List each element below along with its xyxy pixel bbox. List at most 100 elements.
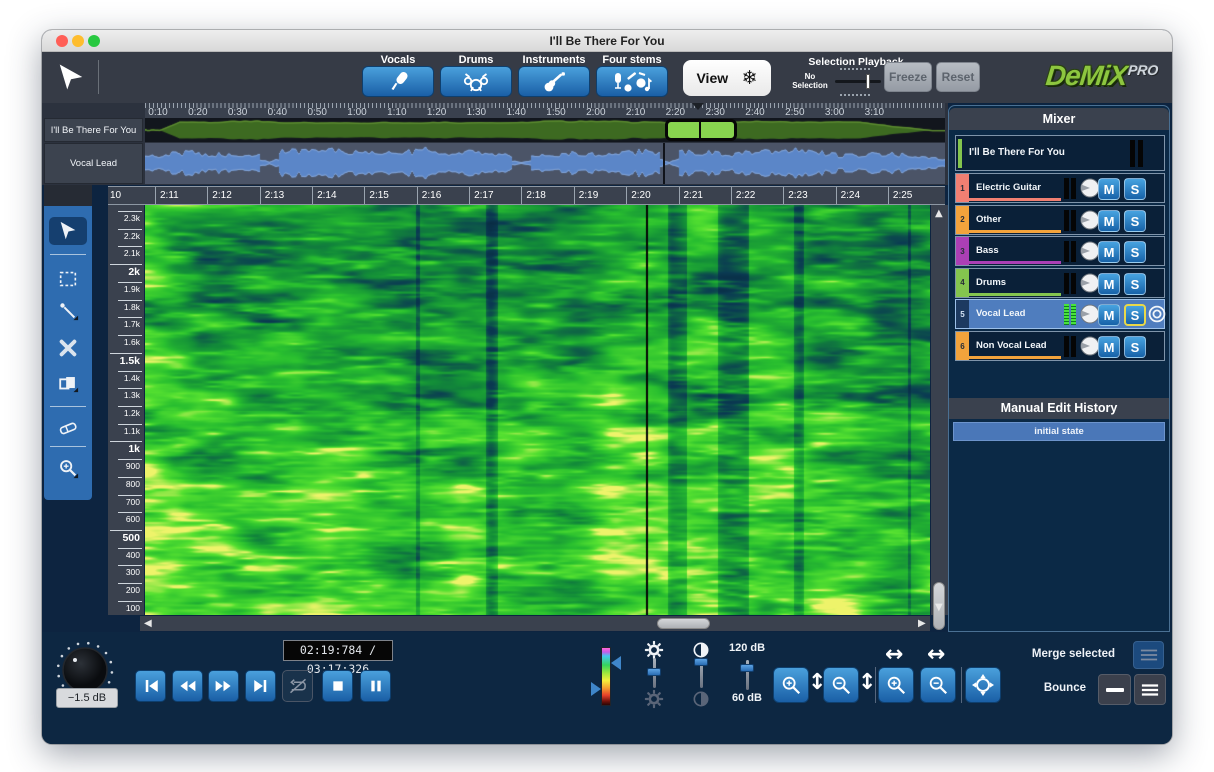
zoom-tool[interactable] xyxy=(49,454,87,482)
manual-edit-history-header: Manual Edit History xyxy=(949,398,1169,419)
mute-button[interactable]: M xyxy=(1098,304,1120,326)
merge-selected-label: Merge selected xyxy=(992,648,1115,660)
mixer-channel-row[interactable]: 4DrumsMS xyxy=(955,268,1165,298)
freq-label: 800 xyxy=(126,479,140,489)
reset-button[interactable]: Reset xyxy=(936,62,980,92)
tool-divider xyxy=(50,406,86,407)
merge-selected-button[interactable] xyxy=(1133,641,1164,669)
mixer-channel-row[interactable]: 3BassMS xyxy=(955,236,1165,266)
mixer-channel-row[interactable]: 1Electric GuitarMS xyxy=(955,173,1165,203)
freeze-button[interactable]: Freeze xyxy=(884,62,932,92)
mixer-channel-row[interactable]: 5Vocal LeadMS xyxy=(955,299,1165,329)
scroll-left-icon[interactable]: ◀ xyxy=(144,617,152,630)
logo-text: DeMiX xyxy=(1044,60,1128,92)
master-track-row[interactable]: I'll Be There For You xyxy=(955,135,1165,171)
mute-button[interactable]: M xyxy=(1098,178,1120,200)
freq-tick xyxy=(118,459,142,460)
zoom-in-icon xyxy=(885,674,907,696)
rewind-button[interactable] xyxy=(172,670,203,702)
mute-button[interactable]: M xyxy=(1098,210,1120,232)
spot-playback-button[interactable] xyxy=(1148,305,1166,323)
pause-icon xyxy=(368,678,384,694)
pan-knob[interactable] xyxy=(1080,304,1100,324)
mixer-header: Mixer xyxy=(949,108,1169,130)
fast-forward-button[interactable] xyxy=(208,670,239,702)
scroll-up-icon[interactable]: ▲ xyxy=(935,207,943,220)
skip-end-button[interactable] xyxy=(245,670,276,702)
freq-label: 1.8k xyxy=(124,302,140,312)
pan-knob[interactable] xyxy=(1080,273,1100,293)
vertical-scrollbar[interactable]: ▲ ▼ xyxy=(931,205,948,615)
overview-track-label[interactable]: I'll Be There For You xyxy=(44,118,143,142)
overview-waveform[interactable] xyxy=(145,118,945,142)
colormap-max-handle[interactable] xyxy=(611,656,621,670)
zoom-out-vertical-button[interactable] xyxy=(823,667,859,703)
colormap-min-handle[interactable] xyxy=(591,682,601,696)
playhead-marker[interactable] xyxy=(692,103,704,110)
mute-button[interactable]: M xyxy=(1098,336,1120,358)
scroll-down-icon[interactable]: ▼ xyxy=(935,601,943,614)
pointer-tool[interactable] xyxy=(49,217,87,245)
pointer-tool-icon xyxy=(57,220,79,242)
pan-knob[interactable] xyxy=(1080,210,1100,230)
horizontal-scroll-thumb[interactable] xyxy=(657,618,710,629)
four-stems-button[interactable] xyxy=(596,66,668,97)
history-item[interactable]: initial state xyxy=(953,422,1165,441)
bounce-multi-button[interactable] xyxy=(1134,674,1166,705)
solo-button[interactable]: S xyxy=(1124,241,1146,263)
pan-knob[interactable] xyxy=(1080,178,1100,198)
mixer-channel-row[interactable]: 6Non Vocal LeadMS xyxy=(955,331,1165,361)
pan-knob[interactable] xyxy=(1080,241,1100,261)
pause-button[interactable] xyxy=(360,670,391,702)
pan-knob[interactable] xyxy=(1080,336,1100,356)
bounce-single-button[interactable] xyxy=(1098,674,1131,705)
zoom-ruler-label: 2:13 xyxy=(260,187,312,205)
solo-button[interactable]: S xyxy=(1124,273,1146,295)
loop-button[interactable] xyxy=(282,670,313,702)
spectrogram[interactable] xyxy=(145,205,930,615)
freq-tick xyxy=(118,211,142,212)
stop-button[interactable] xyxy=(322,670,353,702)
zoom-in-vertical-button[interactable] xyxy=(773,667,809,703)
mixer-panel: Mixer I'll Be There For You 1Electric Gu… xyxy=(948,105,1170,632)
frequency-axis: 2.3k2.2k2.1k2k1.9k1.8k1.7k1.6k1.5k1.4k1.… xyxy=(108,205,144,615)
mute-button[interactable]: M xyxy=(1098,241,1120,263)
mixer-channel-row[interactable]: 2OtherMS xyxy=(955,205,1165,235)
timeline-selection-region[interactable] xyxy=(665,119,737,141)
freq-label: 2k xyxy=(128,266,140,278)
instruments-button[interactable] xyxy=(518,66,590,97)
scroll-right-icon[interactable]: ▶ xyxy=(918,617,926,630)
vocal-lead-track-label[interactable]: Vocal Lead xyxy=(44,143,143,184)
contrast-slider-handle[interactable] xyxy=(694,658,708,666)
clone-tool[interactable] xyxy=(49,369,87,397)
freq-label: 700 xyxy=(126,497,140,507)
toolbar-divider xyxy=(98,60,99,94)
delete-selection-tool[interactable] xyxy=(49,334,87,362)
solo-button[interactable]: S xyxy=(1124,304,1146,326)
solo-button[interactable]: S xyxy=(1124,210,1146,232)
marquee-select-tool[interactable] xyxy=(49,265,87,293)
mute-button[interactable]: M xyxy=(1098,273,1120,295)
playback-mode-slider-track[interactable] xyxy=(835,80,881,83)
zoom-out-horizontal-button[interactable] xyxy=(920,667,956,703)
solo-button[interactable]: S xyxy=(1124,178,1146,200)
freq-label: 900 xyxy=(126,461,140,471)
zoom-in-horizontal-button[interactable] xyxy=(878,667,914,703)
db-range-slider-handle[interactable] xyxy=(740,664,754,672)
drums-button[interactable] xyxy=(440,66,512,97)
vocal-lead-waveform[interactable] xyxy=(145,143,945,184)
skip-start-button[interactable] xyxy=(135,670,166,702)
eraser-tool[interactable] xyxy=(49,414,87,442)
solo-button[interactable]: S xyxy=(1124,336,1146,358)
horizontal-scrollbar[interactable]: ◀ ▶ xyxy=(140,616,930,631)
brightness-slider-handle[interactable] xyxy=(647,668,661,676)
view-button[interactable]: View ❄ xyxy=(683,60,771,96)
vocals-button[interactable] xyxy=(362,66,434,97)
timeline-ruler[interactable]: 0:100:200:300:400:501:001:101:201:301:40… xyxy=(145,103,945,118)
colormap-gradient[interactable] xyxy=(601,647,611,706)
zoomed-timeline-ruler[interactable]: 102:112:122:132:142:152:162:172:182:192:… xyxy=(108,186,945,205)
ruler-label: 1:10 xyxy=(381,107,413,118)
playback-mode-slider-handle[interactable] xyxy=(866,74,870,89)
zoom-ruler-label: 2:18 xyxy=(521,187,573,205)
wand-tool[interactable] xyxy=(49,297,87,325)
